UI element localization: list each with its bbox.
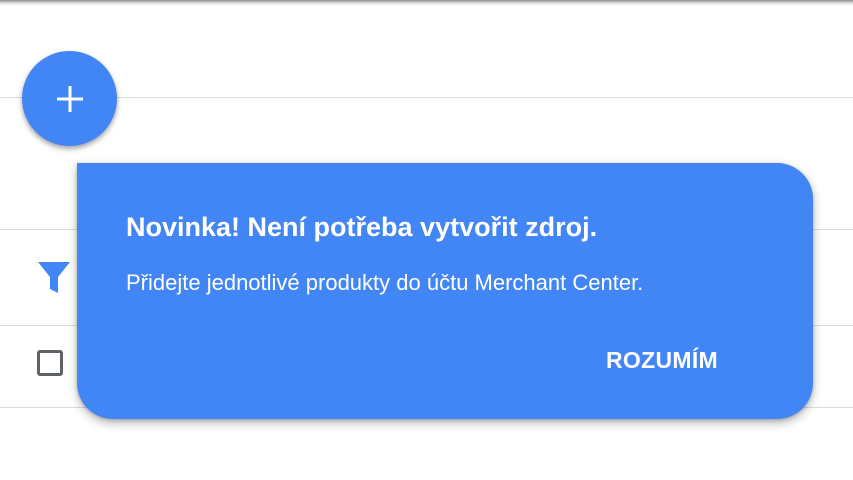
select-row-checkbox[interactable]	[37, 350, 63, 376]
feature-tooltip: Novinka! Není potřeba vytvořit zdroj. Př…	[77, 163, 813, 419]
plus-icon	[56, 85, 83, 112]
divider	[0, 97, 853, 98]
dismiss-button[interactable]: ROZUMÍM	[606, 343, 718, 377]
add-button[interactable]	[22, 51, 117, 146]
filter-icon[interactable]	[37, 261, 71, 295]
page: Novinka! Není potřeba vytvořit zdroj. Př…	[0, 0, 853, 480]
tooltip-body: Přidejte jednotlivé produkty do účtu Mer…	[126, 270, 644, 295]
tooltip-title: Novinka! Není potřeba vytvořit zdroj.	[126, 212, 598, 242]
header-shadow	[0, 0, 853, 6]
